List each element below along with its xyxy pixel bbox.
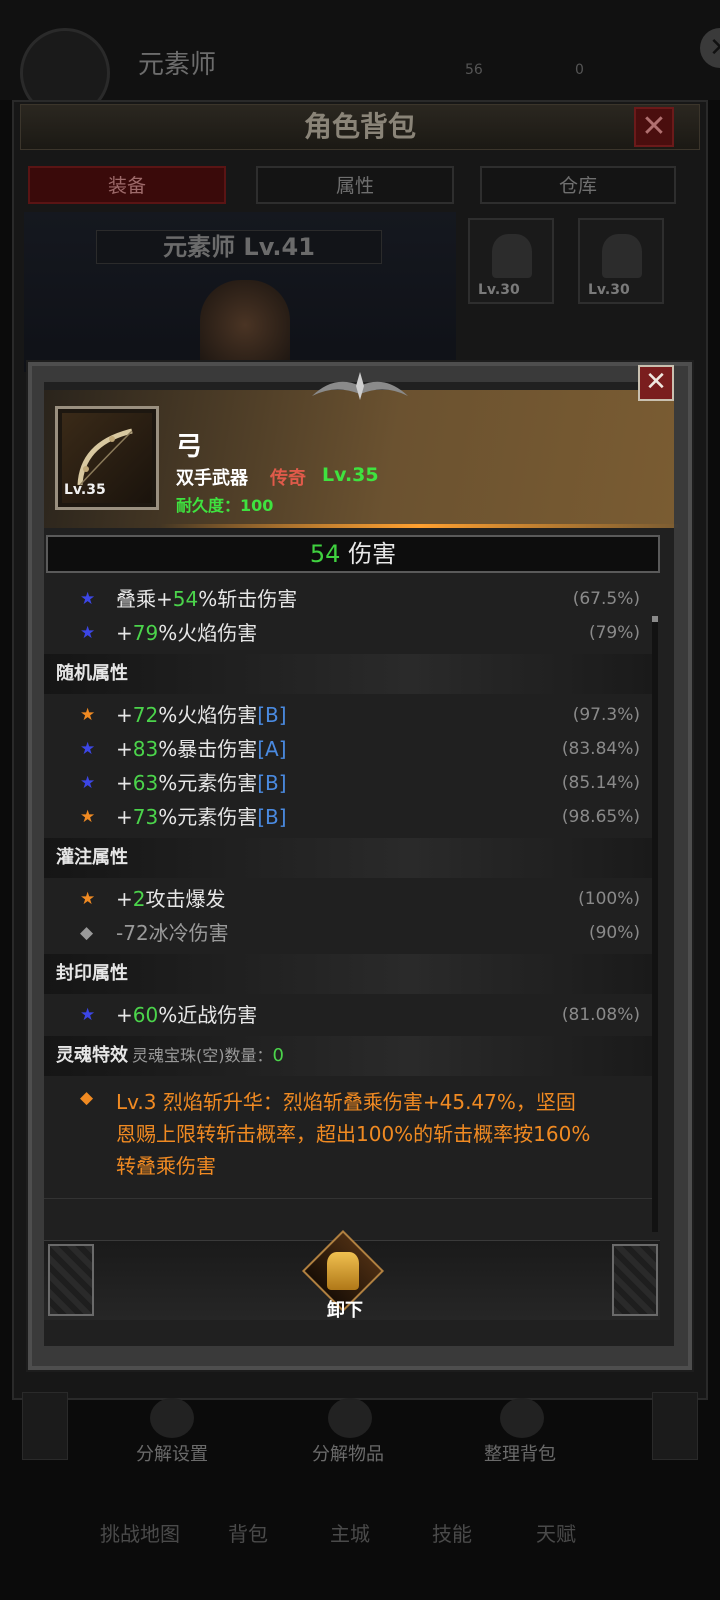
stat-row: ★ +73%元素伤害[B] (98.65%) — [44, 800, 654, 834]
stat-text: +72%火焰伤害[B] — [116, 703, 287, 727]
stat-text: +2攻击爆发 — [116, 887, 226, 911]
slot-level: Lv.30 — [588, 282, 630, 298]
character-level-label: 元素师 Lv.41 — [96, 230, 382, 264]
character-name: 元素师 — [138, 50, 217, 80]
header-glow — [160, 524, 680, 528]
footer-right-ornament — [612, 1244, 658, 1316]
item-rarity: 传奇 — [270, 468, 306, 489]
star-icon: ★ — [80, 623, 96, 643]
star-icon: ★ — [80, 773, 96, 793]
soul-effect-text: Lv.3 烈焰斩升华：烈焰斩叠乘伤害+45.47%，坚固 恩赐上限转斩击概率，超… — [116, 1090, 591, 1178]
stat-roll: (81.08%) — [561, 1005, 640, 1025]
equip-slot-armor[interactable]: Lv.30 — [578, 218, 664, 304]
armor-icon — [602, 234, 642, 278]
scrollbar[interactable] — [652, 616, 658, 1232]
equip-slot-helmet[interactable]: Lv.30 — [468, 218, 554, 304]
decompose-settings-button[interactable]: 分解设置 — [136, 1440, 208, 1466]
star-icon: ★ — [80, 889, 96, 909]
star-icon: ★ — [80, 739, 96, 759]
item-name: 弓 — [176, 432, 203, 462]
nav-talents[interactable]: 天赋 — [536, 1518, 576, 1547]
unequip-label[interactable]: 卸下 — [316, 1296, 374, 1322]
scroll-thumb[interactable] — [652, 616, 658, 622]
diamond-icon: ◆ — [80, 1088, 94, 1108]
stat-roll: (90%) — [588, 923, 640, 943]
nav-challenge-map[interactable]: 挑战地图 — [100, 1518, 180, 1547]
tab-attributes[interactable]: 属性 — [256, 166, 454, 204]
damage-value: 54 — [309, 540, 341, 568]
stat-row: ◆ -72冰冷伤害 (90%) — [44, 916, 654, 950]
star-icon: ★ — [80, 807, 96, 827]
tab-equipment[interactable]: 装备 — [28, 166, 226, 204]
item-type: 双手武器 — [176, 468, 248, 489]
crest-icon — [312, 372, 408, 400]
stat-roll: (79%) — [588, 623, 640, 643]
item-durability: 耐久度：100 — [176, 492, 273, 516]
stat-row: ★ +83%暴击伤害[A] (83.84%) — [44, 732, 654, 766]
left-ornament — [22, 1392, 68, 1460]
decompose-items-button[interactable]: 分解物品 — [312, 1440, 384, 1466]
section-random-attributes: 随机属性 — [44, 654, 654, 694]
soul-gem-count: 0 — [272, 1045, 284, 1066]
armor-icon — [327, 1252, 359, 1290]
stat-roll: (100%) — [578, 889, 640, 909]
tab-storage[interactable]: 仓库 — [480, 166, 676, 204]
sort-bag-button[interactable]: 整理背包 — [484, 1440, 556, 1466]
stat-row: ★ 叠乘+54%斩击伤害 (67.5%) — [44, 582, 654, 616]
bag-title: 角色背包 — [303, 110, 416, 143]
diamond-icon: ◆ — [80, 923, 94, 943]
star-icon: ★ — [80, 705, 96, 725]
nav-bag[interactable]: 背包 — [228, 1518, 268, 1547]
stat-row: ★ +79%火焰伤害 (79%) — [44, 616, 654, 650]
soul-gem-label: 灵魂宝珠(空)数量： — [132, 1046, 273, 1065]
stat-text: +73%元素伤害[B] — [116, 805, 287, 829]
stat-text: +63%元素伤害[B] — [116, 771, 287, 795]
star-icon: ★ — [80, 589, 96, 609]
stat-row: ★ +72%火焰伤害[B] (97.3%) — [44, 698, 654, 732]
stat-text: +60%近战伤害 — [116, 1003, 258, 1027]
resource-count-a: 56 — [465, 62, 483, 78]
stat-roll: (67.5%) — [572, 589, 640, 609]
stat-text: 叠乘+54%斩击伤害 — [116, 587, 298, 611]
stat-roll: (85.14%) — [561, 773, 640, 793]
stat-text: +83%暴击伤害[A] — [116, 737, 287, 761]
bag-close-button[interactable]: ✕ — [634, 107, 674, 147]
stat-row: ★ +60%近战伤害 (81.08%) — [44, 998, 654, 1032]
decompose-settings-icon[interactable] — [150, 1398, 194, 1438]
durability-label: 耐久度： — [176, 496, 241, 515]
section-infuse-attributes: 灌注属性 — [44, 838, 654, 878]
divider — [44, 1198, 654, 1199]
soul-section-title: 灵魂特效 — [56, 1045, 128, 1066]
damage-bar: 54 伤害 — [46, 535, 660, 573]
popup-close-button[interactable]: ✕ — [638, 365, 674, 401]
star-icon: ★ — [80, 1005, 96, 1025]
stat-roll: (83.84%) — [561, 739, 640, 759]
stats-list[interactable]: ★ 叠乘+54%斩击伤害 (67.5%) ★ +79%火焰伤害 (79%) 随机… — [44, 578, 660, 1232]
stat-text: -72冰冷伤害 — [116, 921, 229, 945]
footer-left-ornament — [48, 1244, 94, 1316]
right-ornament — [652, 1392, 698, 1460]
section-seal-attributes: 封印属性 — [44, 954, 654, 994]
resource-count-b: 0 — [575, 62, 584, 78]
nav-skills[interactable]: 技能 — [432, 1518, 472, 1547]
damage-label: 伤害 — [348, 540, 397, 568]
stat-row: ★ +63%元素伤害[B] (85.14%) — [44, 766, 654, 800]
stat-text: +79%火焰伤害 — [116, 621, 258, 645]
section-soul-effects: 灵魂特效 灵魂宝珠(空)数量：0 — [44, 1036, 654, 1076]
decompose-items-icon[interactable] — [328, 1398, 372, 1438]
item-slot-level: Lv.35 — [64, 482, 106, 498]
character-figure — [200, 280, 290, 370]
item-level: Lv.35 — [322, 464, 379, 486]
sort-bag-icon[interactable] — [500, 1398, 544, 1438]
slot-level: Lv.30 — [478, 282, 520, 298]
nav-main-city[interactable]: 主城 — [330, 1518, 370, 1547]
stat-roll: (98.65%) — [561, 807, 640, 827]
helmet-icon — [492, 234, 532, 278]
stat-row: ★ +2攻击爆发 (100%) — [44, 882, 654, 916]
stat-roll: (97.3%) — [572, 705, 640, 725]
durability-value: 100 — [240, 496, 274, 515]
